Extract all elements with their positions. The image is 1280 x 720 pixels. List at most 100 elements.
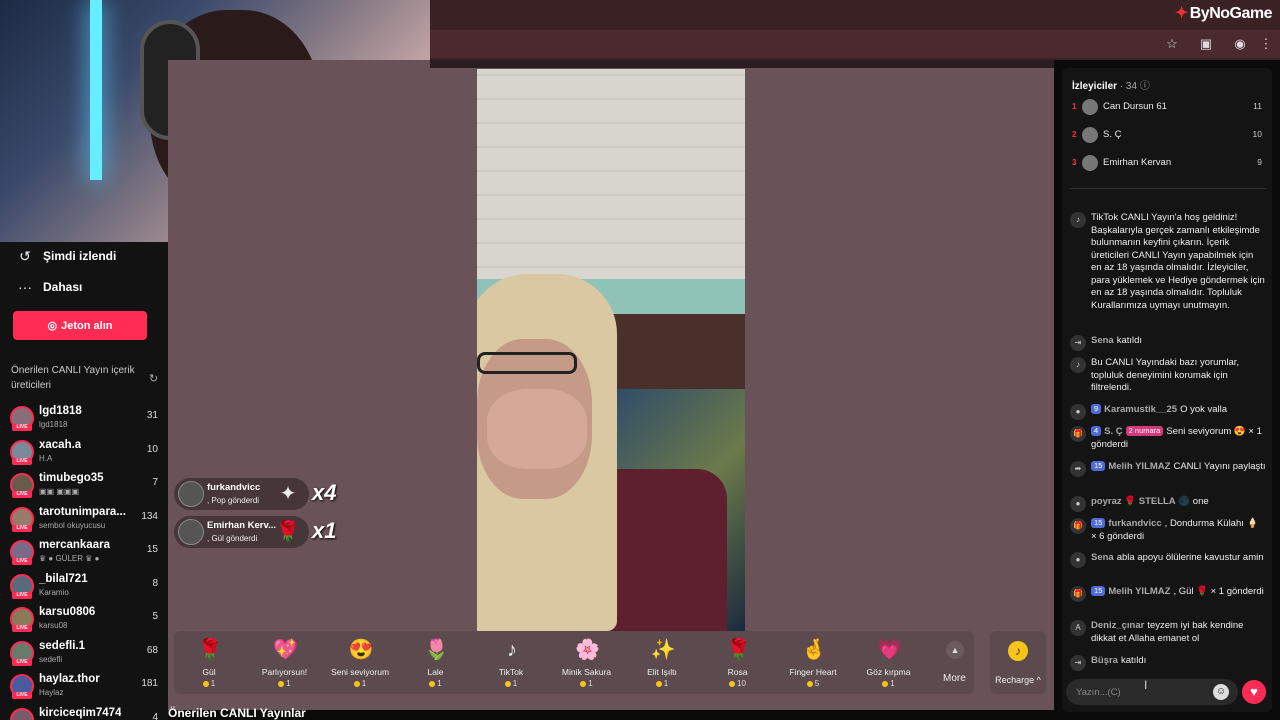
gift-icon: 🌷 [424,639,449,661]
chat-text: TikTok CANLI Yayın'a hoş geldiniz! Başka… [1091,212,1265,311]
chat-username[interactable]: Sena [1091,335,1114,346]
gift-item[interactable]: 😍 Seni seviyorum 1 [325,631,395,694]
gift-item[interactable]: 🤞 Finger Heart 5 [778,631,848,694]
address-bar[interactable] [430,30,1280,58]
like-heart-button[interactable]: ♥ [1242,680,1266,704]
creator-subtitle: sedefli [39,654,63,664]
brand-logo: ✦ ByNoGame [1174,5,1273,22]
history-icon: ↺ [19,248,31,264]
left-sidebar: ↺ Şimdi izlendi ··· Dahası ◎ Jeton alın Ö… [0,242,168,720]
gift-item[interactable]: 🌹 Gül 1 [174,631,244,694]
creator-name: timubego35 [39,472,104,484]
creator-subtitle: lgd1818 [39,420,68,429]
profile-icon[interactable]: ◉ [1232,36,1248,52]
gift-price: 1 [250,679,320,688]
chat-text: one [1192,496,1209,507]
gift-item[interactable]: 🌹 Rosa 10 [703,631,773,694]
gift-sent-text: , Pop gönderdi [207,496,260,505]
level-badge: 15 [1091,461,1106,471]
gift-item[interactable]: 💖 Parlıyorsun! 1 [250,631,320,694]
creator-subtitle: ♛ ● GÜLER ♛ ● [39,554,100,563]
suggested-creator[interactable]: LIVE haylaz.thor Haylaz 181 [0,670,168,703]
top-viewer-row[interactable]: 2 S. Ç 10 [1070,127,1266,147]
creator-name: lgd1818 [39,405,82,417]
chat-username[interactable]: furkandvicc [1108,518,1161,529]
chat-username[interactable]: poyraz 🌹 STELLA 🌑 [1091,496,1190,507]
brand-logo-text: ByNoGame [1189,5,1273,22]
suggested-creator[interactable]: LIVE timubego35 ▣▣ ▣▣▣ 7 [0,469,168,502]
gift-item[interactable]: 🌷 Lale 1 [401,631,471,694]
emoji-icon[interactable]: ☺ [1213,684,1229,700]
gift-sent-text: , Gül gönderdi [207,534,258,543]
message-type-icon: ⇥ [1070,655,1086,671]
star-icon[interactable]: ☆ [1164,36,1180,52]
chat-message-body: Büşra katıldı [1091,655,1266,668]
chat-username[interactable]: Sena [1091,552,1114,563]
chat-message-body: 4 S. Ç2 numara Seni seviyorum 😍 × 1 gönder… [1091,426,1266,451]
gift-item[interactable]: 💗 Göz kırpma 1 [854,631,924,694]
chat-username[interactable]: Karamustik__25 [1104,404,1177,415]
message-type-icon: 🎁 [1070,426,1086,442]
chat-message-body: Bu CANLI Yayındaki bazı yorumlar, toplul… [1091,357,1266,395]
suggested-creator[interactable]: LIVE tarotunimpara... sembol okuyucusu 134 [0,503,168,536]
suggested-creator[interactable]: LIVE lgd1818 lgd1818 31 [0,402,168,435]
top-viewer-row[interactable]: 3 Emirhan Kervan 9 [1070,155,1266,175]
live-video[interactable] [477,69,745,631]
suggested-creator[interactable]: LIVE sedefli.1 sedefli 68 [0,637,168,670]
viewer-count: 181 [141,678,158,689]
gift-item[interactable]: ♪ TikTok 1 [476,631,546,694]
creator-subtitle: ▣▣ ▣▣▣ [39,487,80,496]
chat-text: Bu CANLI Yayındaki bazı yorumlar, toplul… [1091,357,1240,393]
coin-icon: ◎ [47,320,58,332]
suggested-creator[interactable]: LIVE karsu0806 karsu08 5 [0,603,168,636]
gift-multiplier: x4 [312,480,337,505]
suggested-creator[interactable]: LIVE _bilal721 Karamio 8 [0,570,168,603]
live-badge: LIVE [12,591,32,599]
chat-message-body: 9 Karamustik__25 O yok valla [1091,404,1266,417]
viewer-count: 4 [152,711,158,720]
viewer-score: 11 [1253,101,1262,111]
gift-item[interactable]: 🌸 Minik Sakura 1 [552,631,622,694]
viewer-rank: 2 [1072,130,1077,139]
suggested-lives-title: Önerilen CANLI Yayınlar [168,706,306,720]
creator-name: kirciceqim7474 [39,706,122,719]
extensions-icon[interactable]: ▣ [1198,36,1214,52]
gift-price: 1 [174,679,244,688]
menu-icon[interactable]: ⋮ [1258,36,1274,52]
viewer-rank: 3 [1072,158,1077,167]
viewers-title[interactable]: İzleyiciler · 34 ⓘ [1072,77,1150,92]
recharge-button[interactable]: ♪ Recharge ^ [990,631,1046,694]
live-badge: LIVE [12,558,32,565]
creator-name: sedefli.1 [39,639,86,652]
suggested-creator[interactable]: LIVE xacah.a H.A 10 [0,436,168,469]
chat-username[interactable]: Deniz_çınar [1091,620,1144,631]
message-type-icon: ⇥ [1070,335,1086,351]
sidebar-item-recent[interactable]: ↺ Şimdi izlendi [0,242,168,270]
chat-username[interactable]: Melih YILMAZ [1108,461,1170,472]
gift-price: 1 [401,679,471,688]
gift-name: Seni seviyorum [330,667,390,677]
chat-username[interactable]: S. Ç [1104,426,1122,437]
chat-username[interactable]: Büşra [1091,655,1118,666]
refresh-icon[interactable]: ↻ [149,372,158,385]
suggested-creator[interactable]: LIVEkirciceqim74744 [0,704,168,720]
gift-item[interactable]: ✨ Elit Işıltı 1 [627,631,697,694]
chat-message-body: 15 Melih YILMAZ CANLI Yayını paylaştı [1091,461,1266,474]
chevron-up-icon[interactable]: ▲ [946,641,964,659]
pop-gift-icon: ✦ [279,483,297,505]
gift-name: Göz kırpma [866,667,911,677]
get-coins-button[interactable]: ◎ Jeton alın [13,311,147,340]
sidebar-item-more[interactable]: ··· Dahası [0,273,168,301]
message-type-icon: A [1070,620,1086,636]
chat-username[interactable]: Melih YILMAZ [1108,586,1170,597]
viewer-name: S. Ç [1103,129,1122,140]
gift-icon: 💗 [877,639,902,661]
avatar [178,519,204,545]
suggested-creator[interactable]: LIVE mercankaara ♛ ● GÜLER ♛ ● 15 [0,536,168,569]
rank-badge: 2 numara [1125,426,1164,436]
chat-message-body: Deniz_çınar teyzem iyi bak kendine dikkat… [1091,620,1266,645]
more-gifts-button[interactable]: More [943,673,966,684]
message-type-icon: ➦ [1070,461,1086,477]
viewer-score: 10 [1252,129,1262,139]
top-viewer-row[interactable]: 1 Can Dursun 61 11 [1070,99,1266,119]
